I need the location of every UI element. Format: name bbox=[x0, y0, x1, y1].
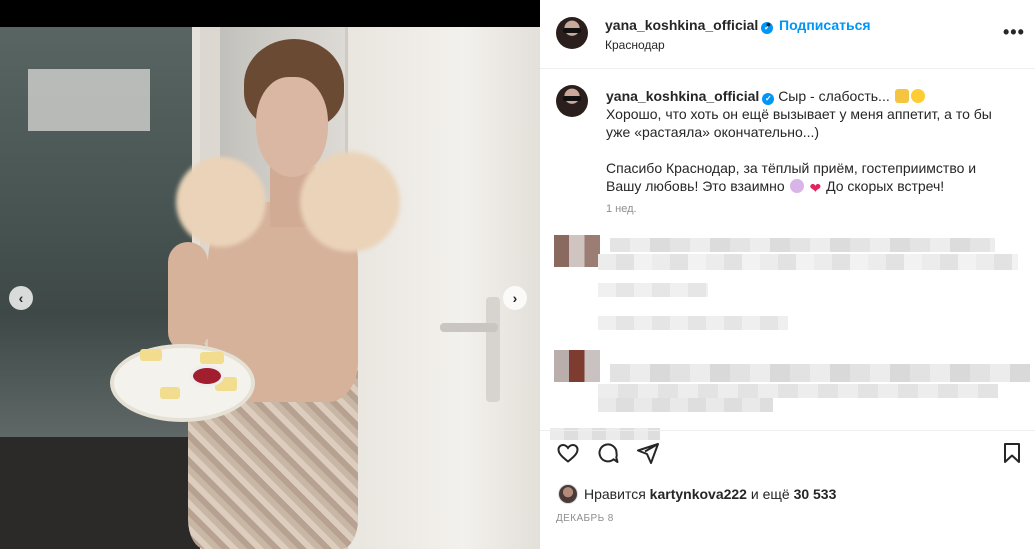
likes-summary[interactable]: Нравится kartynkova222 и ещё 30 533 bbox=[558, 484, 836, 504]
comment-avatar-pixelated bbox=[554, 350, 600, 382]
caption-line-4: До скорых встреч! bbox=[826, 178, 945, 194]
sauce-bowl bbox=[190, 365, 224, 387]
liker-avatar[interactable] bbox=[558, 484, 578, 504]
post-photo bbox=[0, 27, 540, 549]
door-plate bbox=[486, 297, 500, 402]
heart-emoji-icon: ❤ bbox=[809, 180, 822, 196]
caption-username[interactable]: yana_koshkina_official ✓ bbox=[606, 88, 775, 105]
feather-shoulder-right bbox=[300, 152, 400, 252]
feather-shoulder-left bbox=[176, 157, 266, 247]
blurred-comment-line bbox=[610, 364, 1030, 382]
carousel-prev-button[interactable]: ‹ bbox=[9, 286, 33, 310]
cheese-piece bbox=[140, 349, 162, 361]
caption-avatar[interactable] bbox=[556, 85, 588, 117]
image-top-bar bbox=[0, 0, 540, 27]
face bbox=[256, 77, 328, 177]
follow-button[interactable]: Подписаться bbox=[779, 17, 871, 33]
author-username-text[interactable]: yana_koshkina_official bbox=[605, 17, 758, 33]
post-location[interactable]: Краснодар bbox=[605, 38, 665, 52]
separator-dot: • bbox=[766, 16, 771, 32]
floor bbox=[0, 437, 200, 549]
bookmark-icon[interactable] bbox=[1000, 441, 1024, 465]
caption-line-1: Сыр - слабость... bbox=[778, 88, 890, 104]
author-username[interactable]: yana_koshkina_official ✓ bbox=[605, 17, 774, 34]
window-sign bbox=[28, 69, 150, 131]
blurred-comment-line bbox=[598, 398, 773, 412]
woman-emoji-icon bbox=[789, 179, 804, 193]
share-icon[interactable] bbox=[636, 441, 660, 465]
liked-by-username[interactable]: kartynkova222 bbox=[650, 486, 747, 502]
blurred-comment-line bbox=[598, 384, 998, 398]
blurred-comment-line bbox=[610, 238, 995, 252]
door-handle bbox=[440, 323, 498, 332]
post-header: yana_koshkina_official ✓ • Подписаться Кр… bbox=[540, 0, 1035, 69]
caption-line-2: Хорошо, что хоть он ещё вызывает у меня … bbox=[606, 106, 992, 140]
blurred-comment-line bbox=[598, 316, 788, 330]
heart-icon[interactable] bbox=[556, 441, 580, 465]
cheese-emoji-icon bbox=[894, 89, 909, 103]
caption-username-text[interactable]: yana_koshkina_official bbox=[606, 88, 759, 104]
post-sidebar: yana_koshkina_official ✓ • Подписаться Кр… bbox=[540, 0, 1035, 549]
carousel-next-button[interactable]: › bbox=[503, 286, 527, 310]
arm bbox=[168, 242, 208, 352]
post-actions bbox=[540, 430, 1035, 470]
post-date[interactable]: Декабрь 8 bbox=[556, 513, 614, 524]
likes-prefix: Нравится bbox=[584, 486, 646, 502]
blurred-comment-line bbox=[598, 283, 708, 297]
author-avatar[interactable] bbox=[556, 17, 588, 49]
caption-time: 1 нед. bbox=[606, 203, 637, 215]
likes-count[interactable]: 30 533 bbox=[794, 486, 837, 502]
verified-badge-icon: ✓ bbox=[762, 93, 775, 105]
silly-face-emoji-icon bbox=[910, 89, 925, 103]
likes-middle: и ещё bbox=[750, 486, 790, 502]
comment-icon[interactable] bbox=[596, 441, 620, 465]
more-options-icon[interactable]: ••• bbox=[1003, 22, 1025, 43]
cheese-piece bbox=[200, 352, 224, 364]
comment-avatar-pixelated bbox=[554, 235, 600, 267]
post-image-panel[interactable]: ‹ › bbox=[0, 0, 540, 549]
cheese-piece bbox=[160, 387, 180, 399]
caption-text: yana_koshkina_official ✓ Сыр - слабость..… bbox=[606, 87, 1006, 213]
blurred-comment-line bbox=[598, 254, 1018, 270]
